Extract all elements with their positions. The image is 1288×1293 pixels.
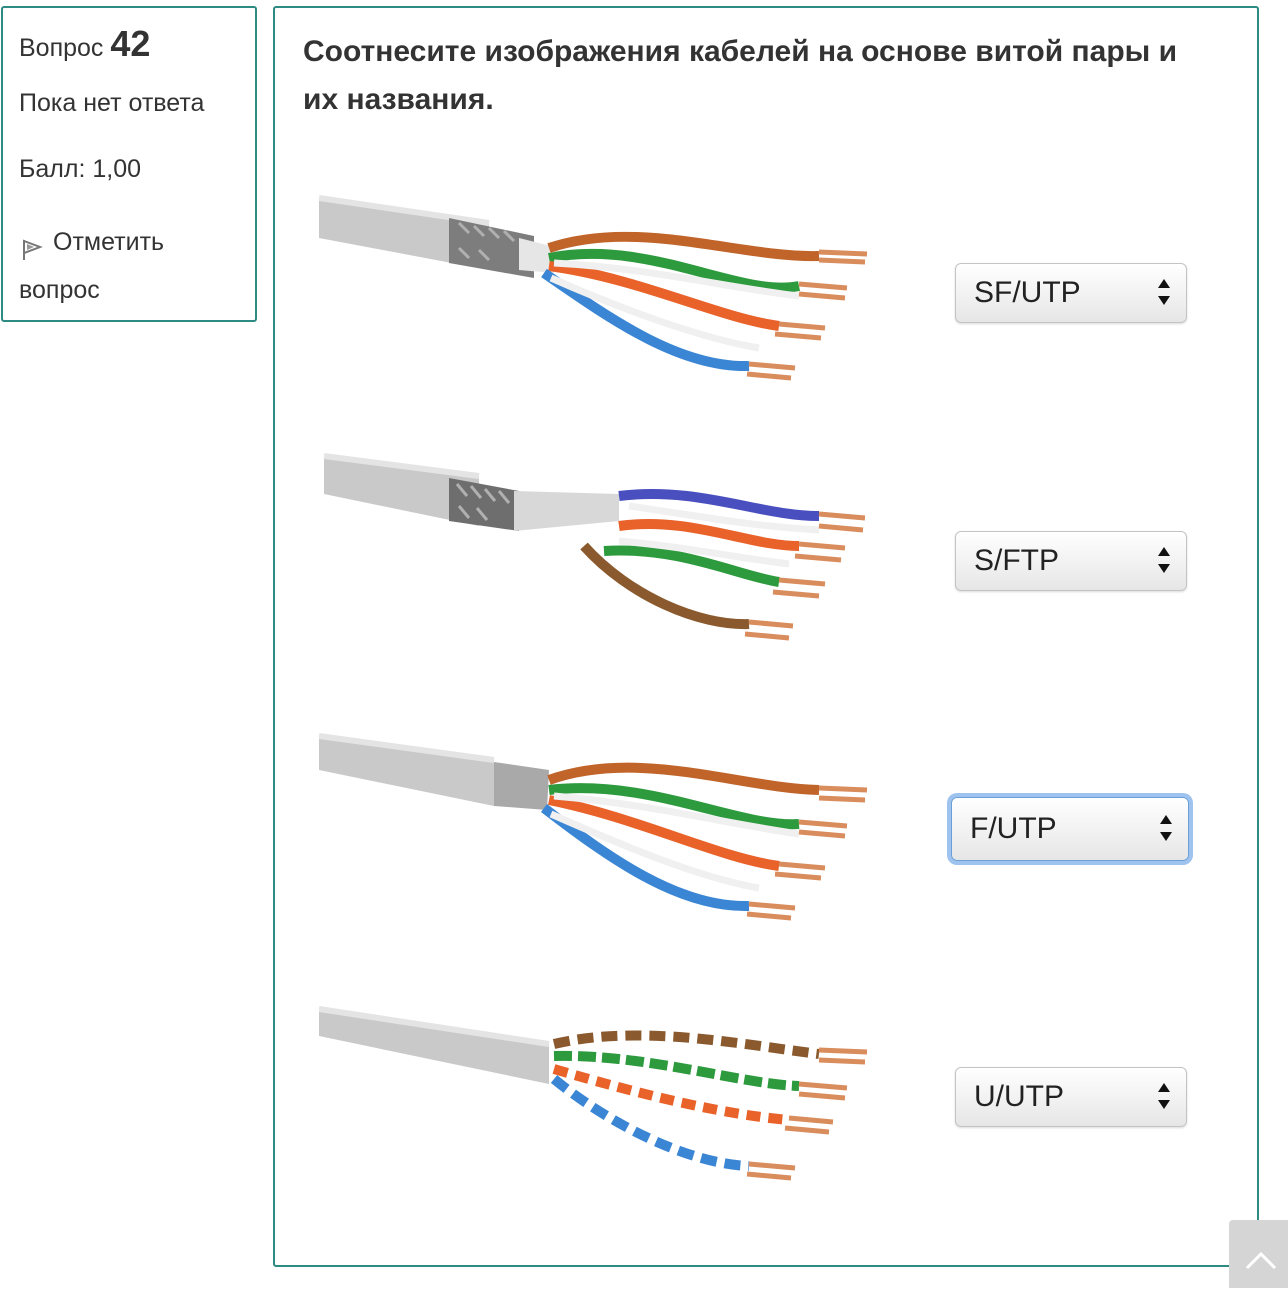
cable-s-ftp-image: [319, 446, 879, 686]
answer-select-2[interactable]: S/FTP: [955, 531, 1187, 591]
select-arrows-icon: [1158, 798, 1174, 860]
answer-select-value: S/FTP: [974, 544, 1060, 577]
answer-select-value: SF/UTP: [974, 276, 1081, 309]
question-number-row: Вопрос 42: [19, 24, 239, 68]
flag-icon: [19, 230, 45, 261]
answer-select-1[interactable]: SF/UTP: [955, 263, 1187, 323]
answer-select-value: U/UTP: [974, 1080, 1064, 1113]
cable-sf-utp-image: [318, 178, 879, 418]
question-info-panel: Вопрос 42 Пока нет ответа Балл: 1,00 Отм…: [1, 6, 257, 322]
select-arrows-icon: [1156, 1068, 1172, 1126]
question-number: 42: [110, 23, 151, 64]
question-grade: Балл: 1,00: [19, 155, 142, 183]
question-label: Вопрос: [19, 34, 104, 62]
answer-select-4[interactable]: U/UTP: [955, 1067, 1187, 1127]
chevron-up-icon: [1245, 1251, 1277, 1270]
answer-select-value: F/UTP: [970, 812, 1057, 845]
answer-select-3[interactable]: F/UTP: [951, 797, 1189, 861]
question-content: Соотнесите изображения кабелей на основе…: [273, 6, 1259, 1267]
cable-u-utp-image: [318, 994, 879, 1234]
question-text: Соотнесите изображения кабелей на основе…: [303, 35, 1178, 116]
select-arrows-icon: [1156, 532, 1172, 590]
cable-f-utp-image: [318, 718, 879, 958]
select-arrows-icon: [1156, 264, 1172, 322]
flag-question-link[interactable]: Отметить вопрос: [19, 218, 239, 314]
scroll-to-top-button[interactable]: [1229, 1220, 1288, 1288]
answer-state: Пока нет ответа: [19, 89, 205, 117]
